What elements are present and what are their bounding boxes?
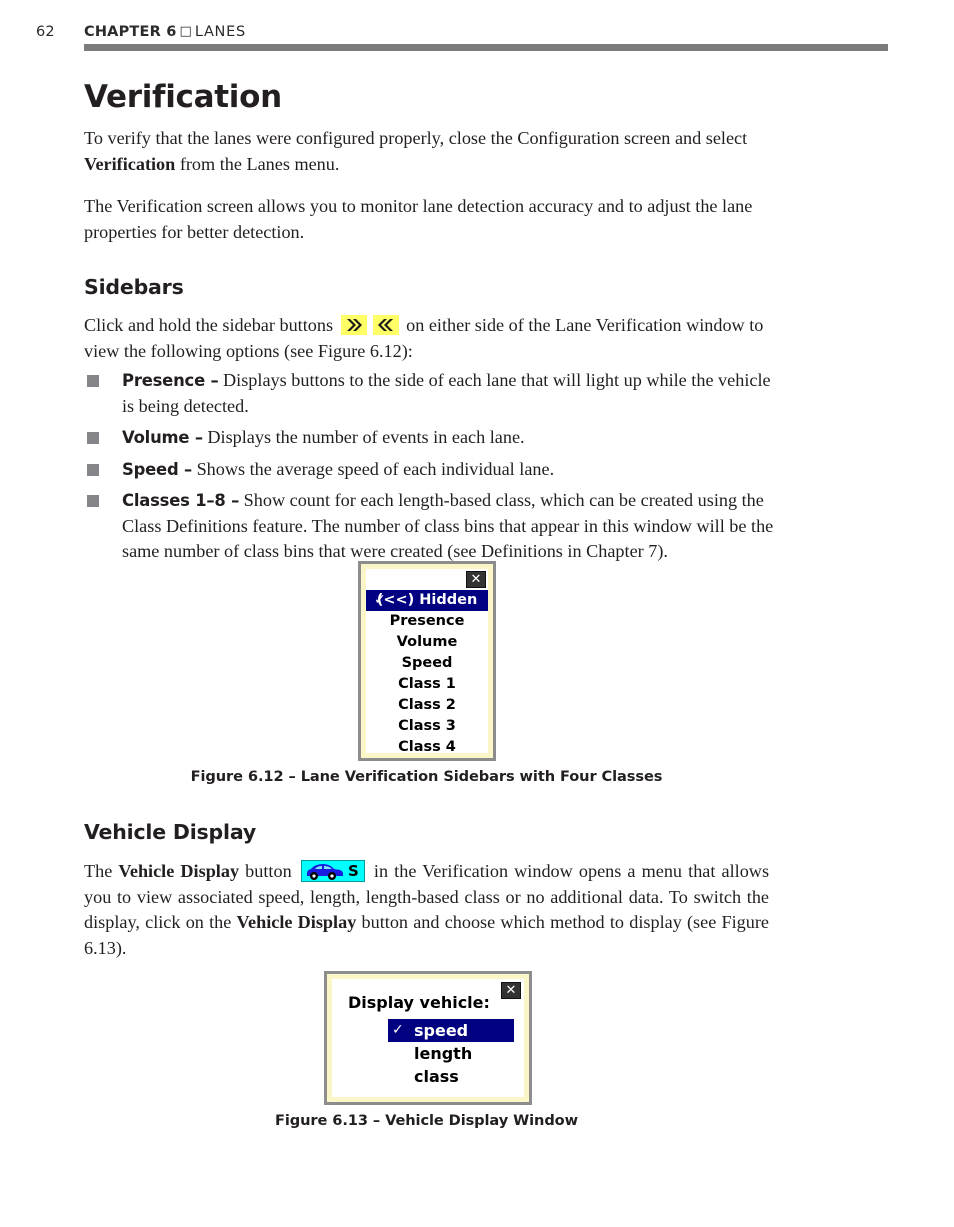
chapter-title: LANES — [194, 24, 246, 40]
menu-inner-frame: ✕ ✓ (<<) Hidden Presence Volume Speed Cla… — [361, 564, 493, 758]
verification-paragraph-1: To verify that the lanes were configured… — [84, 126, 769, 177]
vehicle-display-window[interactable]: ✕ Display vehicle: ✓ speed length class — [324, 971, 532, 1105]
dialog-inner-frame: ✕ Display vehicle: ✓ speed length class — [327, 974, 529, 1102]
sidebars-intro-paragraph: Click and hold the sidebar buttons on ei… — [84, 313, 769, 364]
menu-item-label: Class 2 — [398, 697, 456, 713]
verification-p1-bold: Verification — [84, 153, 176, 174]
menu-item-label: Class 4 — [398, 739, 456, 755]
display-option-list: ✓ speed length class — [332, 1019, 524, 1088]
list-item-lead: Speed – — [122, 459, 193, 479]
vehicle-display-paragraph: The Vehicle Display button S in the Veri… — [84, 859, 769, 961]
figure-613-caption: Figure 6.13 – Vehicle Display Window — [275, 1112, 578, 1129]
page-number: 62 — [36, 24, 55, 40]
menu-item-class-3[interactable]: Class 3 — [366, 716, 488, 737]
menu-item-class-4[interactable]: Class 4 — [366, 737, 488, 758]
chapter-number: CHAPTER 6 — [84, 24, 177, 40]
list-item: Presence – Displays buttons to the side … — [84, 368, 774, 419]
menu-item-label: Class 1 — [398, 676, 456, 692]
vd-bold-2: Vehicle Display — [236, 912, 357, 932]
vd-text-b: button — [239, 861, 298, 881]
menu-item-list: ✓ (<<) Hidden Presence Volume Speed Class… — [366, 569, 488, 758]
list-item-text: Shows the average speed of each individu… — [192, 458, 555, 479]
check-icon: ✓ — [374, 592, 386, 608]
menu-item-presence[interactable]: Presence — [366, 611, 488, 632]
bullet-square-icon — [87, 463, 99, 476]
vehicle-display-car-speed-icon[interactable]: S — [300, 860, 365, 882]
menu-item-label: Presence — [389, 613, 465, 629]
list-item-lead: Presence – — [122, 371, 219, 390]
menu-item-label: Class 3 — [398, 718, 456, 734]
chapter-separator-icon: □ — [179, 24, 192, 39]
close-icon[interactable]: ✕ — [501, 982, 521, 999]
bullet-square-icon — [87, 432, 99, 444]
menu-item-class-2[interactable]: Class 2 — [366, 695, 488, 716]
page-title: Verification — [84, 79, 282, 115]
bullet-square-icon — [87, 495, 99, 507]
menu-item-class[interactable]: class — [388, 1065, 514, 1088]
sidebars-option-list: Presence – Displays buttons to the side … — [84, 368, 774, 571]
verification-p1-text-a: To verify that the lanes were configured… — [84, 128, 748, 148]
figure-612-caption: Figure 6.12 – Lane Verification Sidebars… — [190, 768, 663, 785]
list-item-lead: Volume – — [122, 428, 203, 447]
menu-item-label: class — [414, 1067, 459, 1086]
menu-item-speed[interactable]: ✓ speed — [388, 1019, 514, 1042]
header-rule — [84, 44, 888, 51]
list-item-text: Displays buttons to the side of each lan… — [122, 370, 771, 416]
menu-item-label: length — [414, 1044, 473, 1063]
close-icon[interactable]: ✕ — [466, 571, 486, 588]
vehicle-display-heading: Vehicle Display — [84, 820, 257, 844]
list-item: Speed – Shows the average speed of each … — [84, 457, 774, 483]
menu-item-label: Speed — [401, 655, 453, 671]
dialog-title: Display vehicle: — [348, 993, 490, 1012]
menu-item-class-1[interactable]: Class 1 — [366, 674, 488, 695]
menu-item-label: (<<) Hidden — [376, 592, 478, 608]
double-chevron-right-icon[interactable] — [340, 315, 367, 335]
double-chevron-left-icon[interactable] — [372, 315, 399, 335]
list-item: Volume – Displays the number of events i… — [84, 425, 774, 451]
menu-item-volume[interactable]: Volume — [366, 632, 488, 653]
menu-item-label: speed — [414, 1021, 469, 1040]
lane-verification-sidebar-menu[interactable]: ✕ ✓ (<<) Hidden Presence Volume Speed Cla… — [358, 561, 496, 761]
list-item: Classes 1–8 – Show count for each length… — [84, 488, 774, 565]
chapter-label: CHAPTER 6 □ LANES — [84, 24, 246, 40]
sidebars-heading: Sidebars — [84, 275, 184, 299]
list-item-text: Displays the number of events in each la… — [202, 427, 525, 447]
sidebars-intro-text-a: Click and hold the sidebar buttons — [84, 315, 338, 335]
vehicle-display-mode-letter: S — [347, 862, 359, 880]
menu-item-length[interactable]: length — [388, 1042, 514, 1065]
check-icon: ✓ — [392, 1022, 404, 1038]
menu-item-label: Volume — [396, 634, 458, 650]
bullet-square-icon — [87, 375, 99, 387]
menu-item-hidden[interactable]: ✓ (<<) Hidden — [366, 590, 488, 611]
verification-paragraph-2: The Verification screen allows you to mo… — [84, 196, 753, 242]
vd-text-a: The — [84, 861, 119, 881]
list-item-lead: Classes 1–8 – — [122, 491, 240, 510]
verification-p1-text-b: from the Lanes menu. — [175, 153, 340, 174]
vd-bold-1: Vehicle Display — [118, 861, 240, 881]
menu-item-speed[interactable]: Speed — [366, 653, 488, 674]
